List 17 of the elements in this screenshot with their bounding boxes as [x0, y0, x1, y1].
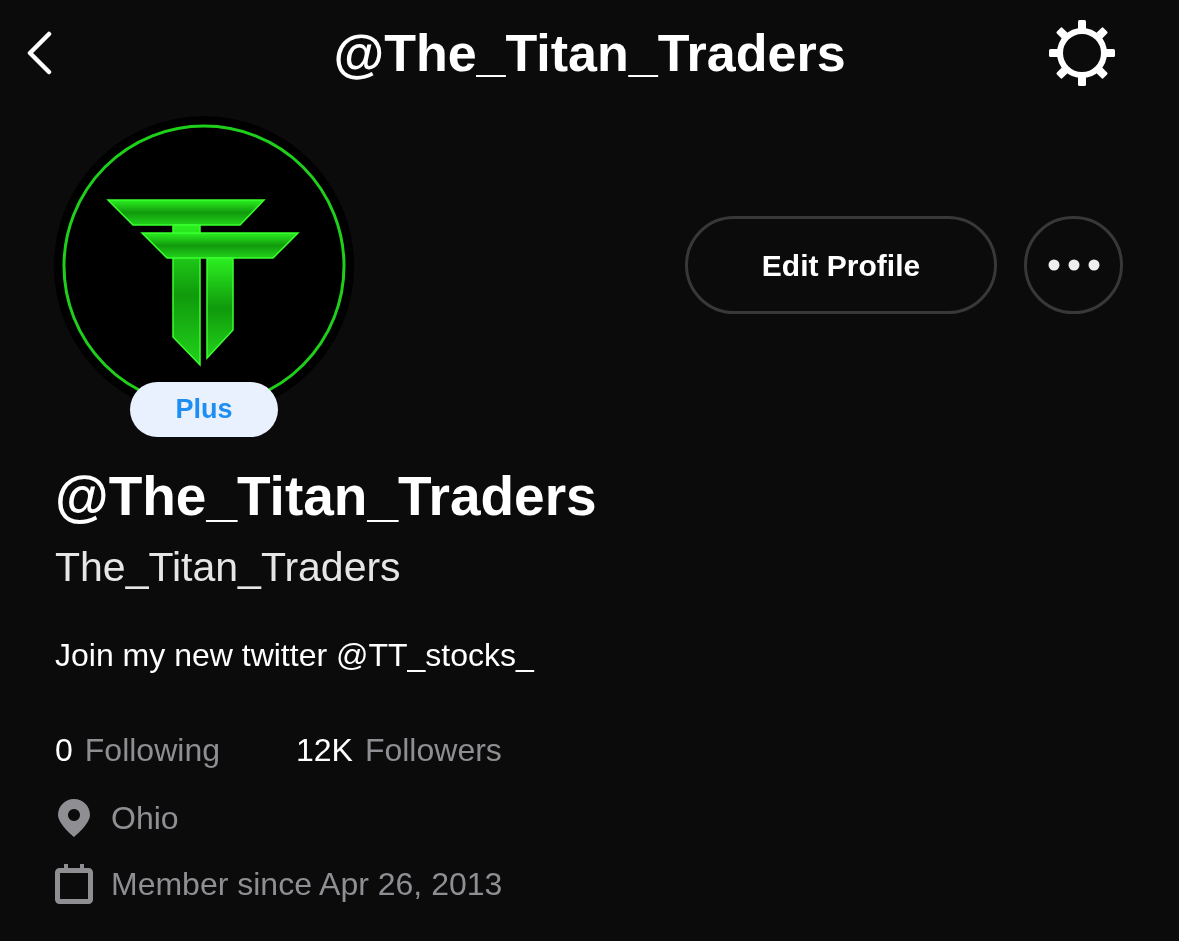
stat-link[interactable]: 0 Following	[55, 731, 220, 769]
membership-badge: Plus	[130, 382, 278, 437]
more-icon	[1047, 259, 1100, 271]
calendar-icon	[55, 864, 93, 904]
settings-button[interactable]	[1049, 19, 1115, 86]
edit-profile-button[interactable]: Edit Profile	[685, 216, 997, 314]
settings-icon	[1049, 19, 1115, 86]
stat-link[interactable]: 12K Followers	[295, 731, 502, 769]
more-options-button[interactable]	[1024, 216, 1123, 314]
display-name: The_Titan_Traders	[55, 543, 401, 592]
profile-handle: @The_Titan_Traders	[55, 466, 597, 526]
profile-bio: Join my new twitter @TT_stocks_	[55, 636, 534, 674]
page-title: @The_Titan_Traders	[333, 26, 846, 79]
back-icon	[26, 30, 52, 75]
detail-text: Ohio	[111, 799, 179, 837]
location-pin-icon	[58, 799, 90, 837]
detail-text: Member since Apr 26, 2013	[111, 865, 503, 903]
